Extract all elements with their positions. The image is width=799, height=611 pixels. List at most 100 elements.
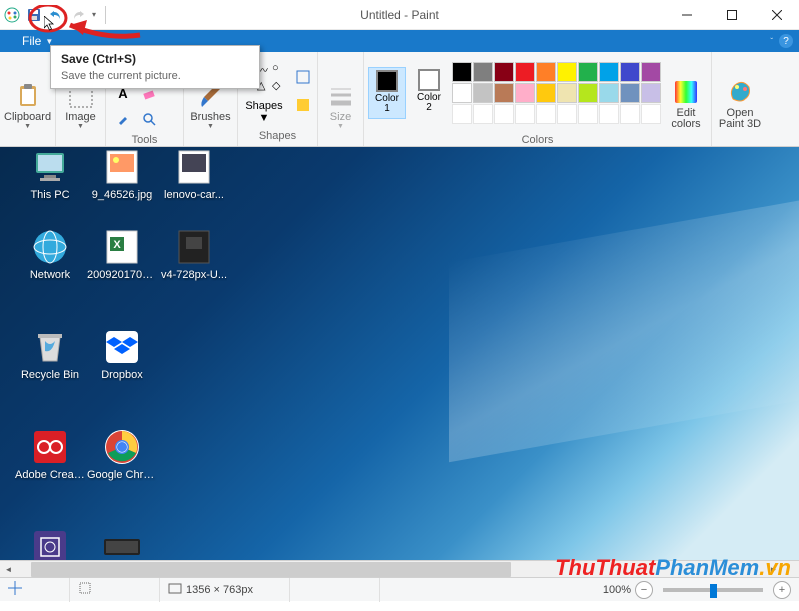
save-icon[interactable] <box>26 7 42 23</box>
desktop-icon-img-946526[interactable]: 9_46526.jpg <box>86 147 158 201</box>
help-icon[interactable]: ? <box>779 34 793 48</box>
color-swatch[interactable] <box>578 62 598 82</box>
color-swatch[interactable] <box>473 62 493 82</box>
window-title: Untitled - Paint <box>360 8 439 22</box>
scroll-left-button[interactable]: ◄ <box>0 561 17 578</box>
image-size-icon <box>168 581 182 598</box>
color-palette <box>452 62 661 124</box>
desktop-icon-lenovo-car[interactable]: lenovo-car... <box>158 147 230 201</box>
desktop-icon-xls-2009[interactable]: X2009201708... <box>86 227 158 281</box>
color-swatch-empty[interactable] <box>641 104 661 124</box>
paint-app-icon[interactable] <box>4 7 20 23</box>
color-swatch[interactable] <box>620 62 640 82</box>
zoom-out-button[interactable]: − <box>635 581 653 599</box>
color-swatch-empty[interactable] <box>536 104 556 124</box>
color-swatch-empty[interactable] <box>473 104 493 124</box>
color-swatch[interactable] <box>494 62 514 82</box>
color-swatch[interactable] <box>641 83 661 103</box>
color-swatch[interactable] <box>557 62 577 82</box>
chrome-icon <box>102 427 142 467</box>
shape-oval[interactable]: ○ <box>272 62 286 78</box>
ribbon-chevron-icon[interactable]: ˇ <box>770 37 773 46</box>
adobe-icon <box>30 427 70 467</box>
zoom-tool[interactable] <box>138 108 160 130</box>
zoom-level: 100% <box>603 584 631 596</box>
color-swatch[interactable] <box>599 62 619 82</box>
edit-colors-button[interactable]: Edit colors <box>665 54 707 132</box>
color-swatch[interactable] <box>515 62 535 82</box>
color-swatch[interactable] <box>452 62 472 82</box>
color-swatch[interactable] <box>557 83 577 103</box>
redo-icon[interactable] <box>70 7 86 23</box>
color-swatch-empty[interactable] <box>452 104 472 124</box>
desktop-icon-v4-728px[interactable]: v4-728px-U... <box>158 227 230 281</box>
shape-dia[interactable]: ◇ <box>272 79 286 92</box>
undo-icon[interactable] <box>48 7 64 23</box>
color-swatch[interactable] <box>473 83 493 103</box>
tooltip-title: Save (Ctrl+S) <box>61 52 249 66</box>
tooltip-body: Save the current picture. <box>61 70 249 82</box>
color-swatch[interactable] <box>515 83 535 103</box>
color-swatch-empty[interactable] <box>494 104 514 124</box>
selection-size-icon <box>78 581 92 598</box>
size-icon <box>325 80 357 112</box>
color-swatch[interactable] <box>536 83 556 103</box>
watermark: ThuThuatPhanMem.vn <box>555 555 791 581</box>
tools-group-label: Tools <box>106 134 183 146</box>
size-button[interactable]: Size ▼ <box>322 54 359 132</box>
color-swatch[interactable] <box>641 62 661 82</box>
zoom-in-button[interactable]: + <box>773 581 791 599</box>
minimize-button[interactable] <box>664 0 709 30</box>
canvas[interactable]: This PC9_46526.jpglenovo-car... NetworkX2… <box>0 147 799 560</box>
save-tooltip: Save (Ctrl+S) Save the current picture. <box>50 45 260 89</box>
paint3d-icon <box>724 76 756 108</box>
xls-icon: X <box>102 227 142 267</box>
dropbox-icon <box>102 327 142 367</box>
quick-access-toolbar: ▾ <box>4 6 109 24</box>
bin-icon <box>30 327 70 367</box>
zoom-slider[interactable] <box>663 588 763 592</box>
jpg-icon <box>102 147 142 187</box>
color-swatch[interactable] <box>599 83 619 103</box>
color-swatch-empty[interactable] <box>515 104 535 124</box>
desktop-icon-google-chrome[interactable]: Google Chrome <box>86 427 158 481</box>
color-swatch[interactable] <box>494 83 514 103</box>
picker-tool[interactable] <box>112 108 134 130</box>
image-dimensions: 1356 × 763px <box>186 584 253 596</box>
color-swatch[interactable] <box>536 62 556 82</box>
maximize-button[interactable] <box>709 0 754 30</box>
desktop-icon-this-pc[interactable]: This PC <box>14 147 86 201</box>
colors-group-label: Colors <box>364 134 711 146</box>
edit-colors-icon <box>670 76 702 108</box>
desktop-icon-adobe-creative[interactable]: Adobe Creati... <box>14 427 86 481</box>
shapes-group-label: Shapes <box>238 130 317 146</box>
clipboard-icon <box>12 80 44 112</box>
color-swatch-empty[interactable] <box>620 104 640 124</box>
desktop-icon-network[interactable]: Network <box>14 227 86 281</box>
pc-icon <box>30 147 70 187</box>
color-swatch[interactable] <box>620 83 640 103</box>
color-swatch-empty[interactable] <box>557 104 577 124</box>
color-swatch[interactable] <box>452 83 472 103</box>
outline-button[interactable] <box>292 66 314 88</box>
window-controls <box>664 0 799 30</box>
jpg2-icon <box>174 147 214 187</box>
fill-button[interactable] <box>292 94 314 116</box>
color2-button[interactable]: Color 2 <box>410 67 448 119</box>
color-swatch[interactable] <box>578 83 598 103</box>
desktop-icon-cpu-icon[interactable] <box>14 527 86 560</box>
desktop-icon-dropbox[interactable]: Dropbox <box>86 327 158 381</box>
color1-button[interactable]: Color 1 <box>368 67 406 119</box>
color-swatch-empty[interactable] <box>599 104 619 124</box>
cpu-icon <box>30 527 70 560</box>
cursor-position-icon <box>8 581 22 598</box>
desktop-icon-recycle-bin[interactable]: Recycle Bin <box>14 327 86 381</box>
network-icon <box>30 227 70 267</box>
color-swatch-empty[interactable] <box>578 104 598 124</box>
scroll-thumb[interactable] <box>31 562 511 577</box>
open-paint3d-button[interactable]: Open Paint 3D <box>716 54 764 132</box>
desktop-icon-keyboard[interactable] <box>86 527 158 560</box>
close-button[interactable] <box>754 0 799 30</box>
qat-dropdown-icon[interactable]: ▾ <box>92 10 96 19</box>
clipboard-button[interactable]: Clipboard ▼ <box>4 54 51 132</box>
